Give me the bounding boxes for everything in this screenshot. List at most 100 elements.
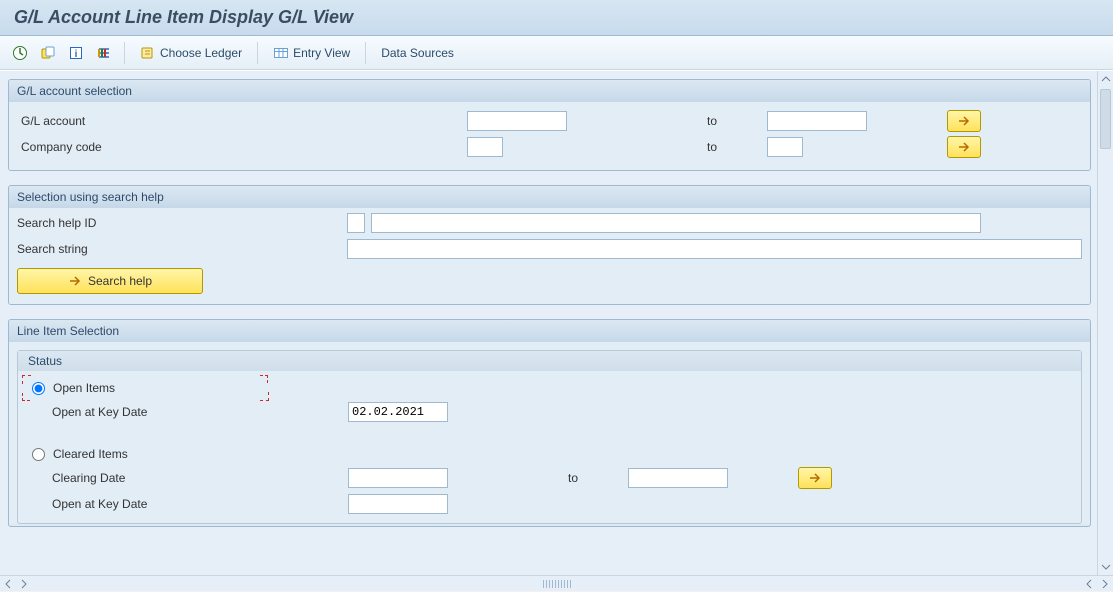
cleared-open-key-date-label: Open at Key Date [32, 497, 348, 511]
open-items-label: Open Items [53, 381, 115, 395]
status-title: Status [18, 351, 1081, 371]
variant-button[interactable] [36, 41, 60, 65]
gl-account-to-label: to [707, 114, 767, 128]
toolbar: i Choose Ledger Entry View Data Sources [0, 36, 1113, 70]
clearing-date-to-label: to [568, 471, 628, 485]
clock-execute-icon [12, 45, 28, 61]
vertical-scrollbar-thumb[interactable] [1100, 89, 1111, 149]
cleared-items-radio[interactable] [32, 448, 45, 461]
scroll-left-button-2[interactable] [1081, 576, 1097, 592]
chevron-right-icon [1100, 579, 1110, 589]
line-item-selection-group: Line Item Selection Status Open Items Op… [8, 319, 1091, 527]
vertical-scrollbar[interactable] [1097, 71, 1113, 575]
search-string-input[interactable] [347, 239, 1082, 259]
gl-account-label: G/L account [17, 114, 347, 128]
scroll-right-button[interactable] [16, 576, 32, 592]
arrow-right-icon [956, 140, 972, 154]
arrow-right-icon [68, 274, 82, 288]
company-code-label: Company code [17, 140, 347, 154]
scroll-left-button[interactable] [0, 576, 16, 592]
chevron-down-icon [1101, 562, 1111, 572]
toolbar-separator [257, 42, 258, 64]
lines-button[interactable] [92, 41, 116, 65]
chevron-right-icon [19, 579, 29, 589]
line-item-selection-title: Line Item Selection [9, 320, 1090, 342]
svg-text:i: i [75, 49, 78, 60]
entry-view-button[interactable]: Entry View [266, 41, 357, 65]
horizontal-scrollbar[interactable] [0, 575, 1113, 591]
open-key-date-row: Open at Key Date [32, 399, 1073, 425]
status-subgroup: Status Open Items Open at Key Date [17, 350, 1082, 524]
company-code-row: Company code to [17, 134, 1082, 160]
chevron-left-icon [3, 579, 13, 589]
clearing-date-from-input[interactable] [348, 468, 448, 488]
gl-account-selection-title: G/L account selection [9, 80, 1090, 102]
search-help-button-row: Search help [17, 262, 1082, 296]
cleared-items-label: Cleared Items [53, 447, 128, 461]
info-icon: i [68, 45, 84, 61]
search-help-body: Search help ID Search string Search help [9, 208, 1090, 304]
cleared-items-radio-wrap: Cleared Items [32, 443, 1073, 465]
search-help-id-row: Search help ID [17, 210, 1082, 236]
hscroll-right-group [1081, 576, 1113, 592]
clearing-date-label: Clearing Date [32, 471, 348, 485]
search-help-button[interactable]: Search help [17, 268, 203, 294]
line-item-selection-body: Status Open Items Open at Key Date [9, 342, 1090, 524]
search-string-row: Search string [17, 236, 1082, 262]
open-items-radio[interactable] [32, 382, 45, 395]
company-code-from-input[interactable] [467, 137, 503, 157]
choose-ledger-label: Choose Ledger [160, 46, 242, 60]
clearing-date-row: Clearing Date to [32, 465, 1073, 491]
company-code-to-label: to [707, 140, 767, 154]
data-sources-button[interactable]: Data Sources [374, 41, 461, 65]
gl-account-selection-body: G/L account to Company code t [9, 102, 1090, 170]
company-code-to-input[interactable] [767, 137, 803, 157]
chevron-up-icon [1101, 74, 1111, 84]
variant-icon [40, 45, 56, 61]
search-help-id-input[interactable] [371, 213, 981, 233]
ledger-icon [140, 45, 156, 61]
cleared-open-key-date-input[interactable] [348, 494, 448, 514]
content-area: G/L account selection G/L account to Com… [0, 70, 1113, 575]
gl-account-to-input[interactable] [767, 111, 867, 131]
entry-view-label: Entry View [293, 46, 350, 60]
clearing-date-multi-selection[interactable] [798, 467, 832, 489]
page-title: G/L Account Line Item Display G/L View [14, 7, 353, 28]
splitter-grip-icon [543, 580, 571, 588]
choose-ledger-button[interactable]: Choose Ledger [133, 41, 249, 65]
spacer [32, 425, 1073, 443]
search-help-id-label: Search help ID [17, 216, 347, 230]
status-body: Open Items Open at Key Date Cleared Item… [18, 371, 1081, 523]
title-bar: G/L Account Line Item Display G/L View [0, 0, 1113, 36]
data-sources-label: Data Sources [381, 46, 454, 60]
content-scroll: G/L account selection G/L account to Com… [2, 71, 1097, 575]
horizontal-scrollbar-track[interactable] [34, 579, 1079, 589]
gl-account-multi-selection[interactable] [947, 110, 981, 132]
search-help-id-btn-input[interactable] [347, 213, 365, 233]
execute-button[interactable] [8, 41, 32, 65]
cleared-open-key-date-row: Open at Key Date [32, 491, 1073, 517]
open-key-date-label: Open at Key Date [32, 405, 348, 419]
scroll-up-button[interactable] [1098, 71, 1113, 87]
toolbar-separator [124, 42, 125, 64]
scroll-right-button-2[interactable] [1097, 576, 1113, 592]
entry-view-icon [273, 45, 289, 61]
open-items-radio-wrap: Open Items [32, 377, 1073, 399]
open-key-date-input[interactable] [348, 402, 448, 422]
scroll-down-button[interactable] [1098, 559, 1113, 575]
arrow-right-icon [956, 114, 972, 128]
info-button[interactable]: i [64, 41, 88, 65]
company-code-multi-selection[interactable] [947, 136, 981, 158]
gl-account-row: G/L account to [17, 108, 1082, 134]
search-help-title: Selection using search help [9, 186, 1090, 208]
lines-icon [96, 45, 112, 61]
toolbar-separator [365, 42, 366, 64]
clearing-date-to-input[interactable] [628, 468, 728, 488]
gl-account-from-input[interactable] [467, 111, 567, 131]
gl-account-selection-group: G/L account selection G/L account to Com… [8, 79, 1091, 171]
arrow-right-icon [807, 471, 823, 485]
search-help-group: Selection using search help Search help … [8, 185, 1091, 305]
chevron-left-icon [1084, 579, 1094, 589]
search-string-label: Search string [17, 242, 347, 256]
search-help-button-label: Search help [88, 274, 152, 288]
